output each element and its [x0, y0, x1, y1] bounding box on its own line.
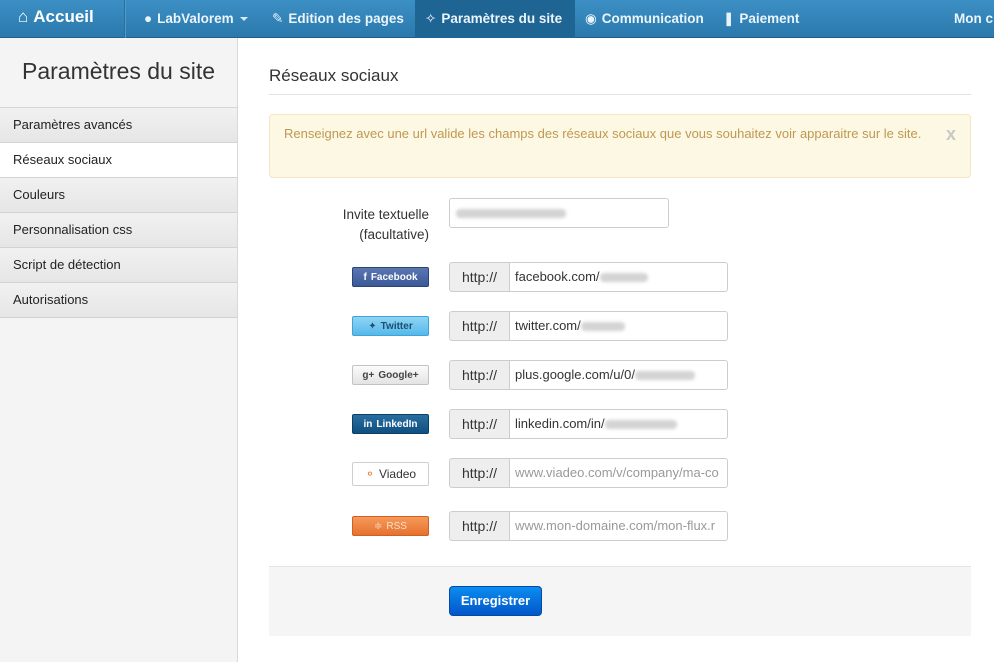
save-button[interactable]: Enregistrer	[449, 586, 542, 616]
nav-labvalorem-label: LabValorem	[157, 11, 234, 26]
blurred-value	[604, 420, 677, 430]
googleplus-url-prefix: http://	[449, 360, 509, 390]
barcode-icon: ❚	[723, 11, 735, 26]
sidebar-item-label: Paramètres avancés	[13, 117, 133, 132]
nav-edition-pages-label: Edition des pages	[288, 11, 404, 26]
linkedin-url-prefix: http://	[449, 409, 509, 439]
viadeo-url-prefix: http://	[449, 458, 509, 488]
rss-url-prefix: http://	[449, 511, 509, 541]
sidebar-item-parametres-avances[interactable]: Paramètres avancés	[0, 108, 237, 143]
blurred-value	[634, 371, 695, 381]
twitter-badge: ✦ Twitter	[352, 316, 429, 336]
googleplus-url-value: plus.google.com/u/0/	[515, 367, 635, 382]
nav-labvalorem[interactable]: ● LabValorem	[134, 0, 248, 38]
sidebar: Paramètres du site Paramètres avancés Ré…	[0, 38, 238, 662]
googleplus-badge-label: Google+	[378, 370, 419, 381]
alert-text: Renseignez avec une url valide les champ…	[284, 126, 922, 141]
sidebar-item-label: Réseaux sociaux	[13, 152, 112, 167]
rss-url-input[interactable]: www.mon-domaine.com/mon-flux.r	[509, 511, 728, 541]
chevron-down-icon	[239, 17, 248, 22]
blurred-value	[580, 322, 625, 332]
nav-paiement[interactable]: ❚ Paiement	[713, 0, 799, 38]
sidebar-item-autorisations[interactable]: Autorisations	[0, 283, 237, 318]
viadeo-icon: ⚬	[364, 467, 375, 481]
sidebar-item-label: Script de détection	[13, 257, 121, 272]
invite-label: Invite textuelle (facultative)	[342, 207, 429, 242]
nav-parametres-site[interactable]: ✧ Paramètres du site	[415, 0, 575, 38]
edit-icon: ✎	[272, 11, 284, 26]
rss-url-placeholder: www.mon-domaine.com/mon-flux.r	[515, 518, 716, 533]
info-alert: Renseignez avec une url valide les champ…	[269, 114, 971, 178]
viadeo-badge: ⚬ Viadeo	[352, 462, 429, 486]
rss-icon: ≑	[374, 521, 383, 532]
viadeo-url-placeholder: www.viadeo.com/v/company/ma-co	[515, 465, 719, 480]
facebook-url-input[interactable]: facebook.com/	[509, 262, 728, 292]
form-actions	[269, 566, 971, 636]
twitter-url-prefix: http://	[449, 311, 509, 341]
title-divider	[269, 94, 971, 95]
top-navbar: ⌂ Accueil ● LabValorem ✎ Edition des pages …	[0, 0, 994, 38]
wrench-icon: ✧	[425, 11, 437, 26]
blurred-value	[456, 209, 566, 219]
twitter-url-input[interactable]: twitter.com/	[509, 311, 728, 341]
facebook-badge-label: Facebook	[370, 272, 418, 283]
nav-communication-label: Communication	[601, 11, 704, 26]
blurred-value	[599, 273, 648, 283]
sidebar-item-reseaux-sociaux[interactable]: Réseaux sociaux	[0, 143, 237, 178]
globe-icon: ●	[144, 11, 153, 26]
sidebar-item-couleurs[interactable]: Couleurs	[0, 178, 237, 213]
home-icon: ⌂	[18, 7, 29, 26]
viadeo-badge-label: Viadeo	[378, 467, 417, 481]
close-icon[interactable]: x	[946, 125, 956, 144]
nav-communication[interactable]: ◉ Communication	[575, 0, 704, 38]
rss-badge: ≑ RSS	[352, 516, 429, 536]
linkedin-icon: in	[363, 419, 373, 430]
googleplus-badge: g+ Google+	[352, 365, 429, 385]
sidebar-item-label: Couleurs	[13, 187, 66, 202]
chat-bubble-icon: ◉	[585, 11, 597, 26]
nav-paiement-label: Paiement	[739, 11, 800, 26]
facebook-badge: f Facebook	[352, 267, 429, 287]
invite-input[interactable]	[449, 198, 669, 228]
twitter-url-value: twitter.com/	[515, 318, 581, 333]
linkedin-badge: in LinkedIn	[352, 414, 429, 434]
nav-edition-pages[interactable]: ✎ Edition des pages	[262, 0, 404, 38]
sidebar-item-label: Personnalisation css	[13, 222, 133, 237]
nav-home-label: Accueil	[33, 7, 94, 26]
twitter-bird-icon: ✦	[368, 321, 377, 332]
nav-parametres-site-label: Paramètres du site	[441, 11, 563, 26]
viadeo-url-input[interactable]: www.viadeo.com/v/company/ma-co	[509, 458, 728, 488]
googleplus-icon: g+	[362, 370, 375, 381]
linkedin-badge-label: LinkedIn	[376, 419, 418, 430]
facebook-url-value: facebook.com/	[515, 269, 600, 284]
sidebar-item-script-detection[interactable]: Script de détection	[0, 248, 237, 283]
sidebar-item-label: Autorisations	[13, 292, 89, 307]
facebook-icon: f	[363, 272, 367, 283]
page-title: Réseaux sociaux	[269, 66, 399, 85]
sidebar-menu: Paramètres avancés Réseaux sociaux Coule…	[0, 107, 237, 318]
nav-account[interactable]: Mon c	[944, 0, 993, 38]
nav-home[interactable]: ⌂ Accueil	[8, 0, 94, 38]
googleplus-url-input[interactable]: plus.google.com/u/0/	[509, 360, 728, 390]
nav-account-label: Mon c	[954, 11, 993, 26]
rss-badge-label: RSS	[386, 521, 407, 532]
sidebar-item-personnalisation-css[interactable]: Personnalisation css	[0, 213, 237, 248]
facebook-url-prefix: http://	[449, 262, 509, 292]
linkedin-url-input[interactable]: linkedin.com/in/	[509, 409, 728, 439]
sidebar-title: Paramètres du site	[21, 58, 216, 84]
twitter-badge-label: Twitter	[380, 321, 413, 332]
nav-divider	[124, 0, 125, 38]
linkedin-url-value: linkedin.com/in/	[515, 416, 605, 431]
